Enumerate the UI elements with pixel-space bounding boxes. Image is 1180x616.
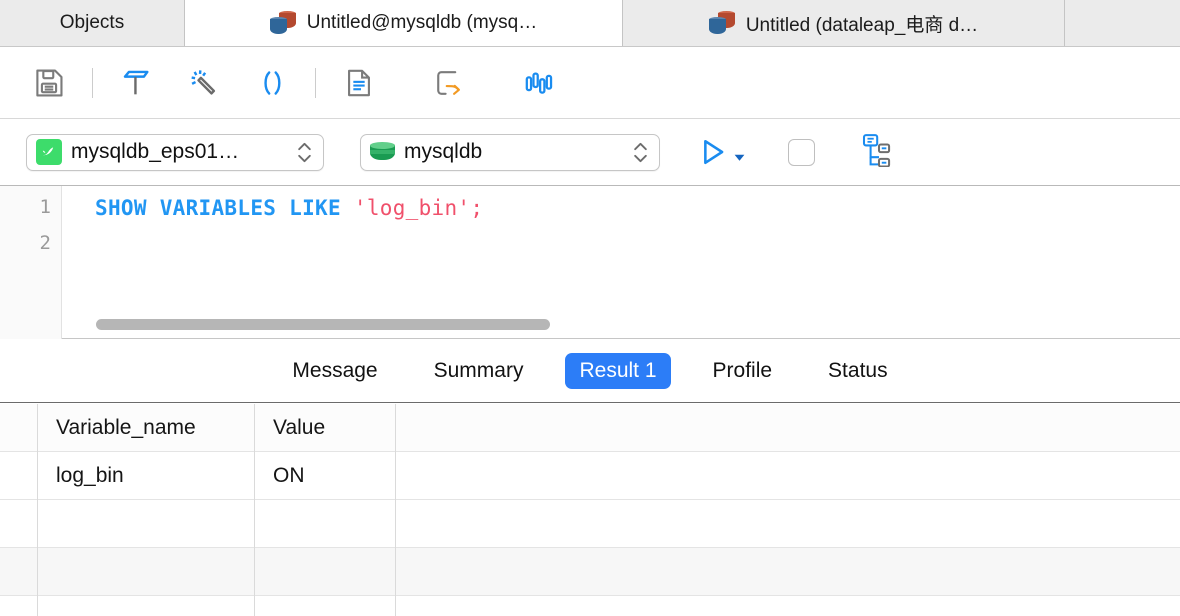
column-header-empty[interactable]	[396, 404, 1180, 452]
beautify-hammer-icon	[123, 70, 149, 94]
beautify-button[interactable]	[113, 60, 159, 106]
database-select-value: mysqldb	[404, 140, 483, 163]
tab-empty-slot[interactable]	[1065, 0, 1180, 46]
result-grid: Variable_name Value log_bin ON	[0, 404, 1180, 616]
stop-square-icon[interactable]	[788, 138, 815, 166]
run-play-icon	[704, 139, 724, 165]
database-stack-icon	[269, 11, 296, 35]
cell-extra[interactable]	[396, 548, 1180, 596]
sql-editor[interactable]: 1 2 SHOW VARIABLES LIKE 'log_bin';	[0, 186, 1180, 339]
tab-message[interactable]: Message	[278, 353, 391, 389]
caret-down-icon[interactable]	[733, 151, 746, 164]
tab-summary[interactable]: Summary	[420, 353, 538, 389]
tab-status[interactable]: Status	[814, 353, 902, 389]
chart-bars-icon	[525, 72, 553, 94]
cell-value[interactable]	[255, 596, 396, 616]
run-query-button[interactable]	[696, 135, 746, 169]
cell-extra[interactable]	[396, 500, 1180, 548]
cell-value[interactable]: ON	[255, 452, 396, 500]
connection-select-value: mysqldb_eps01…	[71, 140, 240, 163]
column-header-variable-name[interactable]: Variable_name	[38, 404, 255, 452]
format-button[interactable]	[181, 60, 227, 106]
tab-untitled-dataleap[interactable]: Untitled (dataleap_电商 d…	[623, 0, 1065, 46]
tab-result-1[interactable]: Result 1	[565, 352, 671, 389]
table-row[interactable]	[0, 596, 1180, 616]
chart-button[interactable]	[516, 60, 562, 106]
query-history-button[interactable]	[336, 60, 382, 106]
row-number	[0, 548, 38, 596]
tab-profile[interactable]: Profile	[699, 353, 787, 389]
sql-string-literal: 'log_bin';	[353, 196, 484, 220]
database-cylinder-icon	[370, 140, 395, 164]
editor-gutter: 1 2	[0, 186, 62, 339]
cell-extra[interactable]	[396, 452, 1180, 500]
sql-keyword: SHOW VARIABLES LIKE	[95, 196, 354, 220]
table-row[interactable]: log_bin ON	[0, 452, 1180, 500]
explain-plan-button[interactable]	[855, 133, 891, 172]
column-header-value[interactable]: Value	[255, 404, 396, 452]
chevron-updown-icon	[297, 142, 315, 163]
editor-horizontal-scrollbar[interactable]	[96, 319, 550, 330]
export-arrow-icon	[437, 70, 460, 95]
mysql-dolphin-icon	[36, 139, 62, 165]
tab-objects[interactable]: Objects	[0, 0, 185, 46]
tab-untitled-mysqldb-label: Untitled@mysqldb (mysq…	[306, 12, 538, 33]
row-number	[0, 452, 38, 500]
tab-objects-label: Objects	[59, 12, 125, 33]
table-header-row: Variable_name Value	[0, 404, 1180, 452]
cell-variable-name[interactable]	[38, 548, 255, 596]
database-stack-icon	[708, 11, 735, 35]
explain-plan-icon	[862, 133, 891, 168]
cell-extra[interactable]	[396, 596, 1180, 616]
row-number	[0, 596, 38, 616]
line-number: 2	[39, 232, 51, 254]
sql-code-line[interactable]: SHOW VARIABLES LIKE 'log_bin';	[95, 196, 483, 220]
cell-variable-name[interactable]	[38, 596, 255, 616]
magic-wand-icon	[191, 69, 216, 95]
save-icon	[36, 68, 63, 97]
cell-value[interactable]	[255, 500, 396, 548]
editor-toolbar	[0, 47, 1180, 119]
tab-untitled-dataleap-label: Untitled (dataleap_电商 d…	[745, 14, 979, 36]
connection-bar: mysqldb_eps01… mysqldb	[0, 119, 1180, 186]
chevron-updown-icon	[633, 142, 651, 163]
toolbar-separator-2	[315, 67, 316, 98]
export-button[interactable]	[426, 60, 472, 106]
tab-untitled-mysqldb[interactable]: Untitled@mysqldb (mysq…	[185, 0, 623, 46]
table-row[interactable]	[0, 500, 1180, 548]
cell-variable-name[interactable]: log_bin	[38, 452, 255, 500]
sql-client-window: Objects Untitled@mysqldb (mysq… Untitled…	[0, 0, 1180, 616]
row-number-header	[0, 404, 38, 452]
line-number: 1	[39, 196, 51, 218]
table-row[interactable]	[0, 548, 1180, 596]
parentheses-icon	[264, 70, 281, 95]
document-icon	[348, 69, 370, 96]
cell-variable-name[interactable]	[38, 500, 255, 548]
cell-value[interactable]	[255, 548, 396, 596]
window-tab-bar: Objects Untitled@mysqldb (mysq… Untitled…	[0, 0, 1180, 47]
result-tab-bar: Message Summary Result 1 Profile Status	[0, 339, 1180, 403]
save-button[interactable]	[26, 60, 72, 106]
connection-select[interactable]: mysqldb_eps01…	[26, 133, 324, 171]
toolbar-separator-1	[92, 67, 93, 98]
database-select[interactable]: mysqldb	[360, 133, 660, 171]
row-number	[0, 500, 38, 548]
parentheses-button[interactable]	[249, 60, 295, 106]
